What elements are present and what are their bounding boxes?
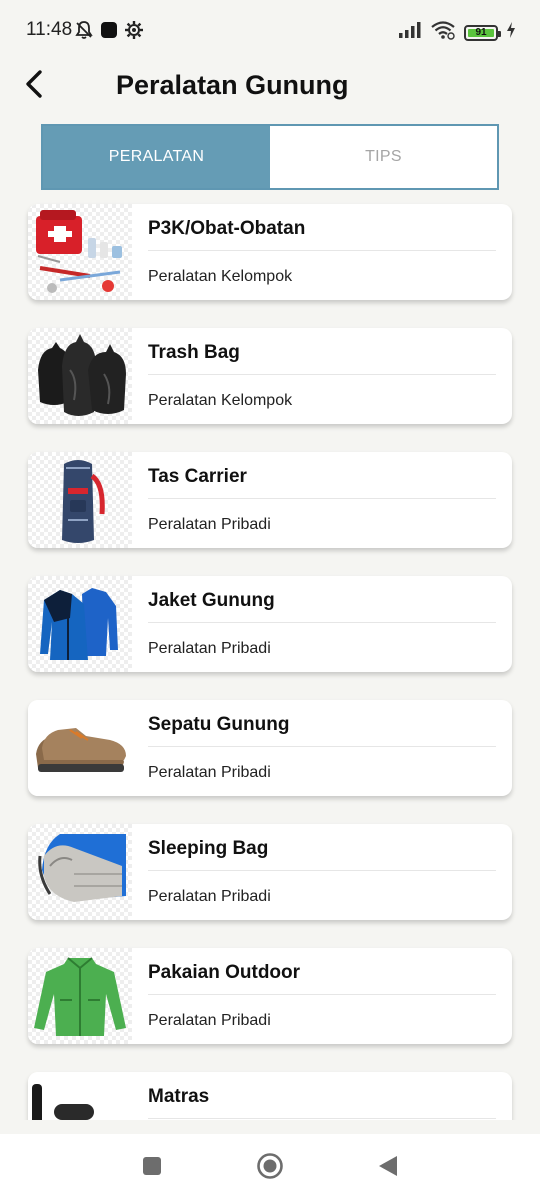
bell-off-icon xyxy=(74,20,94,45)
item-category: Peralatan Pribadi xyxy=(148,516,271,533)
tab-tips[interactable]: TIPS xyxy=(270,126,497,188)
item-name: Matras xyxy=(148,1086,210,1107)
item-category: Peralatan Pribadi xyxy=(148,640,271,657)
recent-apps-icon xyxy=(142,1156,162,1181)
nav-back-button[interactable] xyxy=(372,1152,404,1184)
divider xyxy=(148,498,496,499)
system-nav-bar xyxy=(0,1134,540,1200)
status-bar: 11:48 91 xyxy=(0,0,540,60)
list-item[interactable]: Jaket Gunung Peralatan Pribadi xyxy=(28,576,512,672)
list-item[interactable]: Trash Bag Peralatan Kelompok xyxy=(28,328,512,424)
first-aid-kit-icon xyxy=(28,204,132,300)
status-time: 11:48 xyxy=(26,19,73,40)
recent-apps-button[interactable] xyxy=(136,1152,168,1184)
item-category: Peralatan Kelompok xyxy=(148,392,293,409)
equipment-list: P3K/Obat-Obatan Peralatan Kelompok Trash… xyxy=(0,200,540,1120)
trash-bag-icon xyxy=(28,328,132,424)
divider xyxy=(148,1118,496,1119)
list-item[interactable]: Matras xyxy=(28,1072,512,1120)
tab-peralatan[interactable]: PERALATAN xyxy=(43,126,270,188)
back-arrow-icon xyxy=(23,69,45,104)
app-header: Peralatan Gunung xyxy=(0,60,540,116)
backpack-icon xyxy=(28,452,132,548)
back-icon xyxy=(377,1154,399,1183)
square-app-icon xyxy=(100,21,118,44)
list-item[interactable]: Pakaian Outdoor Peralatan Pribadi xyxy=(28,948,512,1044)
list-item[interactable]: Sleeping Bag Peralatan Pribadi xyxy=(28,824,512,920)
signal-icon xyxy=(398,21,422,44)
settings-gear-icon xyxy=(124,20,144,45)
home-button[interactable] xyxy=(254,1152,286,1184)
divider xyxy=(148,374,496,375)
outdoor-jacket-icon xyxy=(28,948,132,1044)
item-name: P3K/Obat-Obatan xyxy=(148,218,306,239)
item-category: Peralatan Pribadi xyxy=(148,888,271,905)
divider xyxy=(148,622,496,623)
divider xyxy=(148,250,496,251)
hiking-boot-icon xyxy=(28,700,132,796)
divider xyxy=(148,870,496,871)
mat-icon xyxy=(28,1072,132,1120)
list-item[interactable]: P3K/Obat-Obatan Peralatan Kelompok xyxy=(28,204,512,300)
item-name: Sleeping Bag xyxy=(148,838,269,859)
tab-bar: PERALATAN TIPS xyxy=(41,124,499,190)
item-name: Tas Carrier xyxy=(148,466,247,487)
item-name: Jaket Gunung xyxy=(148,590,275,611)
back-button[interactable] xyxy=(12,64,56,108)
item-name: Trash Bag xyxy=(148,342,240,363)
item-name: Sepatu Gunung xyxy=(148,714,290,735)
jacket-icon xyxy=(28,576,132,672)
list-item[interactable]: Sepatu Gunung Peralatan Pribadi xyxy=(28,700,512,796)
divider xyxy=(148,994,496,995)
home-icon xyxy=(256,1152,284,1185)
divider xyxy=(148,746,496,747)
item-name: Pakaian Outdoor xyxy=(148,962,301,983)
sleeping-bag-icon xyxy=(28,824,132,920)
wifi-icon xyxy=(430,20,456,45)
page-title: Peralatan Gunung xyxy=(116,70,349,100)
list-item[interactable]: Tas Carrier Peralatan Pribadi xyxy=(28,452,512,548)
item-category: Peralatan Kelompok xyxy=(148,268,293,285)
battery-icon: 91 xyxy=(464,24,501,41)
battery-level: 91 xyxy=(475,27,487,38)
item-category: Peralatan Pribadi xyxy=(148,1012,271,1029)
item-category: Peralatan Pribadi xyxy=(148,764,271,781)
charging-icon xyxy=(506,22,516,43)
